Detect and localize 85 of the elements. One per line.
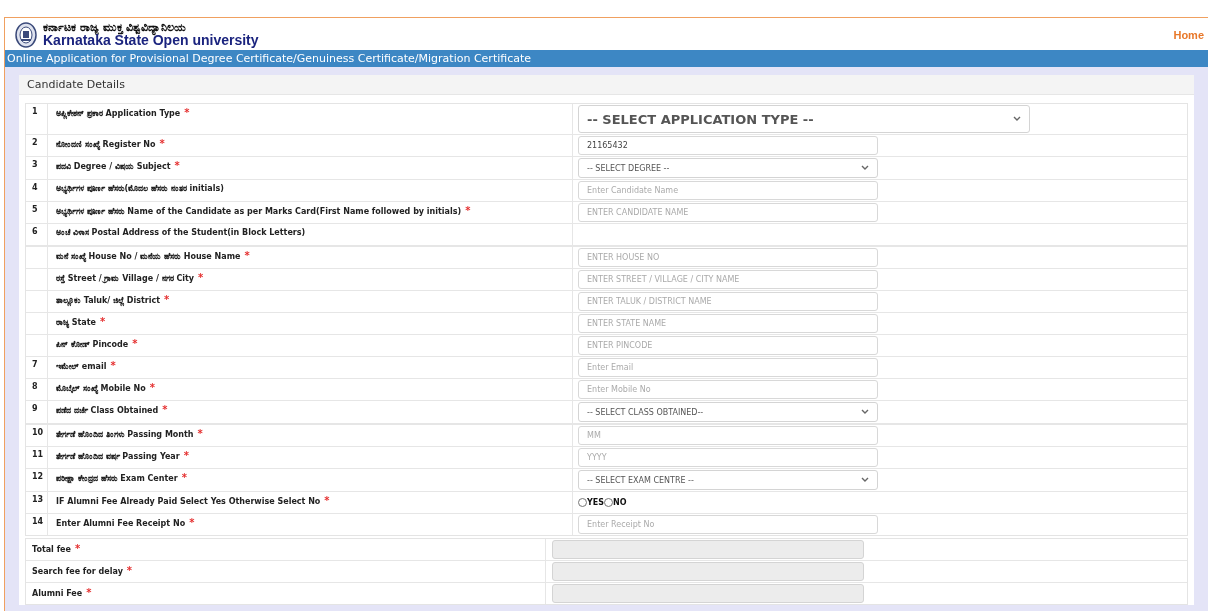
row-number: 11: [26, 447, 48, 468]
text-field[interactable]: Enter Candidate Name: [578, 181, 878, 200]
text-field[interactable]: ENTER PINCODE: [578, 336, 878, 355]
field-label: ರಸ್ತೆ Street / ಗ್ರಾಮ Village / ನಗರ City *: [48, 269, 573, 290]
required-mark: *: [184, 107, 190, 118]
row-number: 9: [26, 401, 48, 423]
text-field[interactable]: Enter Receipt No: [578, 515, 878, 534]
section-header: Candidate Details: [19, 75, 1194, 95]
text-field[interactable]: ENTER CANDIDATE NAME: [578, 203, 878, 222]
radio-button[interactable]: [604, 498, 614, 507]
field-label: ತೇರ್ಗಡೆ ಹೊಂದಿದ ವರ್ಷ Passing Year *: [48, 447, 573, 468]
required-mark: *: [132, 338, 138, 349]
fee-label: Total fee *: [26, 539, 546, 560]
row-number: 12: [26, 469, 48, 491]
text-field[interactable]: Enter Mobile No: [578, 380, 878, 399]
required-mark: *: [244, 250, 250, 261]
text-field[interactable]: ENTER STATE NAME: [578, 314, 878, 333]
field-label: ಪದವಿ Degree / ವಿಷಯ Subject *: [48, 157, 573, 179]
text-field[interactable]: ENTER TALUK / DISTRICT NAME: [578, 292, 878, 311]
row-number: 13: [26, 492, 48, 513]
required-mark: *: [126, 565, 133, 576]
required-mark: *: [174, 160, 180, 171]
row-number: 5: [26, 202, 48, 223]
field-label: ಪರೀಕ್ಷಾ ಕೇಂದ್ರದ ಹೆಸರು Exam Center *: [48, 469, 573, 491]
row-number: 1: [26, 104, 48, 134]
required-mark: *: [162, 404, 168, 415]
required-mark: *: [183, 450, 189, 461]
text-field[interactable]: ENTER HOUSE NO: [578, 248, 878, 267]
field-label: Enter Alumni Fee Receipt No *: [48, 514, 573, 535]
required-mark: *: [198, 272, 204, 283]
dropdown[interactable]: -- SELECT DEGREE --: [578, 158, 878, 178]
dropdown[interactable]: -- SELECT APPLICATION TYPE --: [578, 105, 1030, 133]
field-label: ಅಂಚೆ ವಿಳಾಸ Postal Address of the Student(in Block Letters): [48, 224, 573, 245]
required-mark: *: [164, 294, 170, 305]
field-label: ರಾಜ್ಯ State *: [48, 313, 573, 334]
required-mark: *: [465, 205, 471, 216]
text-field[interactable]: ENTER STREET / VILLAGE / CITY NAME: [578, 270, 878, 289]
fee-label: Alumni Fee *: [26, 583, 546, 604]
dropdown[interactable]: -- SELECT EXAM CENTRE --: [578, 470, 878, 490]
field-label: ಮೊಬೈಲ್ ಸಂಖ್ಯೆ Mobile No *: [48, 379, 573, 400]
field-label: ಅಪ್ಲಿಕೇಶನ್ ಪ್ರಕಾರ Application Type *: [48, 104, 573, 134]
field-label: ಮನೆ ಸಂಖ್ಯೆ House No / ಮನೆಯ ಹೆಸರು House Name *: [48, 247, 573, 268]
page-title-bar: Online Application for Provisional Degree Certificate/Genuiness Certificate/Migration Certificate: [5, 50, 1208, 67]
required-mark: *: [189, 517, 195, 528]
radio-option[interactable]: NO: [604, 498, 627, 507]
row-number: 3: [26, 157, 48, 179]
field-label: ಪಿನ್ ಕೋಡ್ Pincode *: [48, 335, 573, 356]
field-label: ಅಭ್ಯರ್ಥಿಗಳ ಪೂರ್ಣ ಹೆಸರು(ಮೊದಲ ಹೆಸರು ನಂತರ initials): [48, 180, 573, 201]
row-number: 10: [26, 425, 48, 446]
chevron-down-icon: [1013, 116, 1021, 122]
row-number: 7: [26, 357, 48, 378]
required-mark: *: [324, 495, 330, 506]
row-number: 6: [26, 224, 48, 245]
required-mark: *: [181, 472, 187, 483]
field-label: IF Alumni Fee Already Paid Select Yes Otherwise Select No *: [48, 492, 573, 513]
field-label: ಪಡೆದ ದರ್ಜೆ Class Obtained *: [48, 401, 573, 423]
text-field[interactable]: MM: [578, 426, 878, 445]
row-number: 8: [26, 379, 48, 400]
field-label: ನೋಂದಣಿ ಸಂಖ್ಯೆ Register No *: [48, 135, 573, 156]
required-mark: *: [75, 543, 81, 554]
required-mark: *: [110, 360, 116, 371]
dropdown[interactable]: -- SELECT CLASS OBTAINED--: [578, 402, 878, 422]
row-number: 4: [26, 180, 48, 201]
required-mark: *: [86, 587, 92, 598]
row-number: 14: [26, 514, 48, 535]
row-number: 2: [26, 135, 48, 156]
field-label: ಅಭ್ಯರ್ಥಿಗಳ ಪೂರ್ಣ ಹೆಸರು Name of the Candidate as per Marks Card(First Name followed by initials) *: [48, 202, 573, 223]
radio-button[interactable]: [578, 498, 587, 507]
chevron-down-icon: [861, 477, 869, 483]
required-mark: *: [149, 382, 155, 393]
field-label: ತೇರ್ಗಡೆ ಹೊಂದಿದ ತಿಂಗಳು Passing Month *: [48, 425, 573, 446]
field-label: ಇಮೇಲ್ email *: [48, 357, 573, 378]
university-name-kannada: ಕರ್ನಾಟಕ ರಾಜ್ಯ ಮುಕ್ತ ವಿಶ್ವವಿದ್ಯಾನಿಲಯ: [43, 21, 187, 34]
chevron-down-icon: [861, 165, 869, 171]
required-mark: *: [197, 428, 203, 439]
university-emblem-logo: [15, 22, 37, 48]
fee-label: Search fee for delay *: [26, 561, 546, 582]
text-field[interactable]: 21165432: [578, 136, 878, 155]
text-field[interactable]: Enter Email: [578, 358, 878, 377]
field-label: ತಾಲ್ಲೂಕು Taluk/ ಜಿಲ್ಲೆ District *: [48, 291, 573, 312]
radio-option[interactable]: YES: [578, 498, 605, 507]
required-mark: *: [100, 316, 106, 327]
chevron-down-icon: [861, 409, 869, 415]
required-mark: *: [159, 138, 165, 149]
text-field[interactable]: YYYY: [578, 448, 878, 467]
